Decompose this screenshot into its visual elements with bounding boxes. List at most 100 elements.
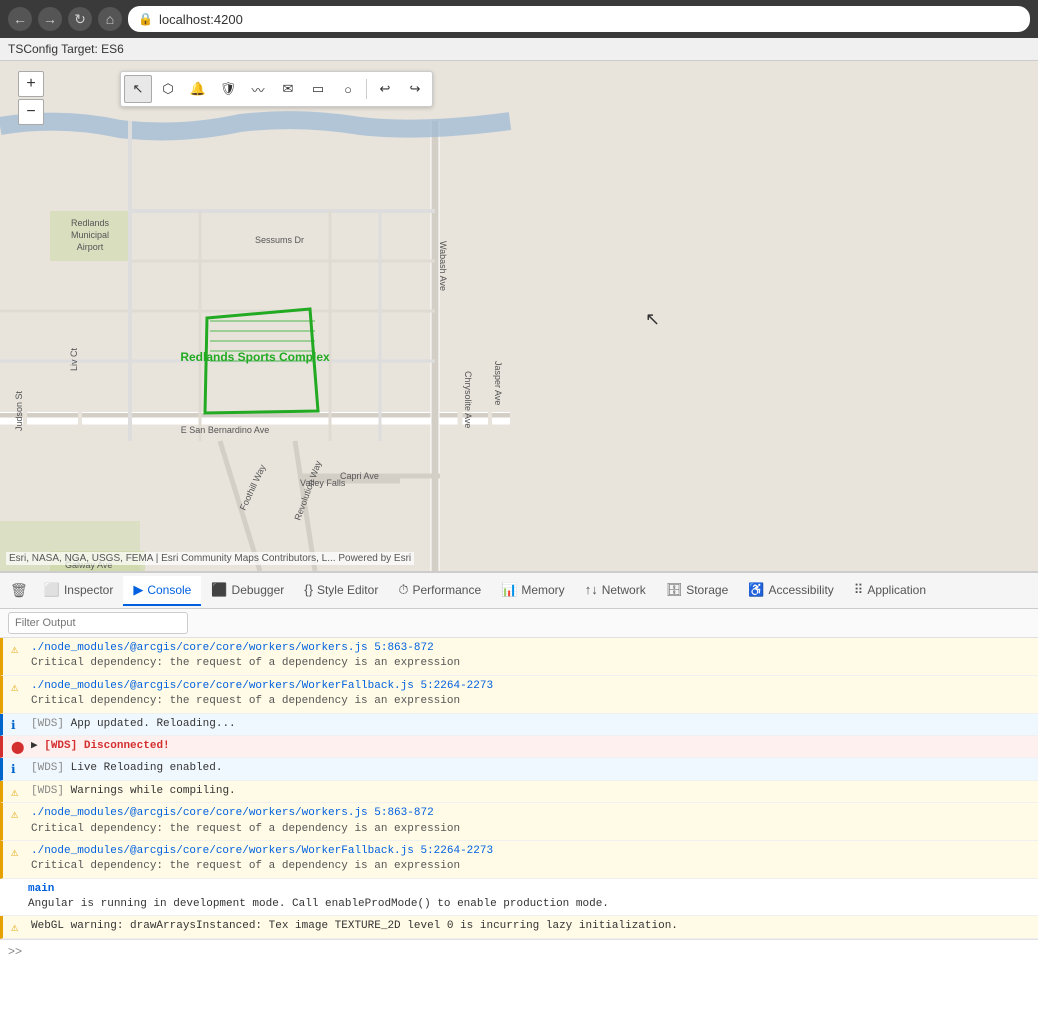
warning-icon-4: ⚠ — [11, 807, 18, 824]
back-button[interactable]: ← — [8, 7, 32, 31]
map-svg: Redlands Municipal Airport Redlands Spor… — [0, 61, 1038, 571]
console-tab-icon: ▶ — [133, 582, 143, 598]
svg-text:Redlands: Redlands — [71, 218, 110, 228]
path-tool-button[interactable]: 〰 — [244, 75, 272, 103]
home-button[interactable]: ⌂ — [98, 7, 122, 31]
tab-memory[interactable]: 📊 Memory — [491, 576, 575, 606]
shield-tool-button[interactable]: 🛡 — [214, 75, 242, 103]
forward-button[interactable]: → — [38, 7, 62, 31]
console-chevron-icon: >> — [8, 944, 22, 958]
inspector-tab-label: Inspector — [64, 583, 113, 597]
msg-text-10: WebGL warning: drawArraysInstanced: Tex … — [31, 920, 678, 932]
console-message-3: ℹ [WDS] App updated. Reloading... — [0, 714, 1038, 736]
tab-application[interactable]: ⠿ Application — [844, 576, 936, 606]
trash-icon[interactable]: 🗑 — [4, 578, 34, 603]
map-attribution: Esri, NASA, NGA, USGS, FEMA | Esri Commu… — [6, 552, 414, 565]
svg-text:Chrysolite Ave: Chrysolite Ave — [463, 371, 473, 428]
tab-inspector[interactable]: ⬜ Inspector — [34, 576, 124, 606]
msg-link-8[interactable]: ./node_modules/@arcgis/core/core/workers… — [31, 845, 493, 857]
console-message-6: ⚠ [WDS] Warnings while compiling. — [0, 781, 1038, 803]
tab-performance[interactable]: ⏱ Performance — [388, 576, 491, 606]
storage-tab-icon: 🗄 — [666, 582, 683, 598]
style-editor-tab-label: Style Editor — [317, 583, 378, 597]
application-tab-label: Application — [867, 583, 926, 597]
console-message-1: ⚠ ./node_modules/@arcgis/core/core/worke… — [0, 638, 1038, 676]
circle-tool-button[interactable]: ○ — [334, 75, 362, 103]
tab-accessibility[interactable]: ♿ Accessibility — [738, 576, 844, 606]
console-message-8: ⚠ ./node_modules/@arcgis/core/core/worke… — [0, 841, 1038, 879]
console-message-9: main Angular is running in development m… — [0, 879, 1038, 917]
page-title: TSConfig Target: ES6 — [8, 42, 124, 56]
debugger-tab-icon: ⬛ — [211, 582, 227, 598]
msg-tag-5: [WDS] — [31, 762, 64, 774]
msg-text-5: Live Reloading enabled. — [71, 762, 223, 774]
svg-text:Wabash Ave: Wabash Ave — [438, 241, 448, 291]
console-message-2: ⚠ ./node_modules/@arcgis/core/core/worke… — [0, 676, 1038, 714]
memory-tab-label: Memory — [521, 583, 564, 597]
warning-icon-2: ⚠ — [11, 680, 18, 697]
info-icon-1: ℹ — [11, 718, 16, 735]
console-message-5: ℹ [WDS] Live Reloading enabled. — [0, 758, 1038, 780]
browser-chrome: ← → ↻ ⌂ 🔒 localhost:4200 — [0, 0, 1038, 38]
msg-tag-6: [WDS] — [31, 785, 64, 797]
rect-tool-button[interactable]: ▭ — [304, 75, 332, 103]
msg-text-6: Warnings while compiling. — [71, 785, 236, 797]
warning-icon-3: ⚠ — [11, 785, 18, 802]
lasso-tool-button[interactable]: ⬡ — [154, 75, 182, 103]
svg-text:Judson St: Judson St — [14, 390, 24, 431]
zoom-in-button[interactable]: + — [18, 71, 44, 97]
toolbar-separator — [366, 79, 367, 99]
tab-network[interactable]: ↑↓ Network — [575, 576, 656, 605]
msg-sub-7: Critical dependency: the request of a de… — [31, 823, 460, 835]
performance-tab-icon: ⏱ — [398, 582, 408, 598]
filter-input[interactable] — [8, 612, 188, 634]
style-editor-tab-icon: {} — [304, 582, 313, 597]
network-tab-label: Network — [602, 583, 646, 597]
select-tool-button[interactable]: ↖ — [124, 75, 152, 103]
svg-text:E San Bernardino Ave: E San Bernardino Ave — [181, 425, 269, 435]
expand-icon-1[interactable]: ▶ — [31, 740, 38, 752]
msg-sub-2: Critical dependency: the request of a de… — [31, 695, 460, 707]
url-display: localhost:4200 — [159, 12, 243, 27]
warning-icon-5: ⚠ — [11, 845, 18, 862]
devtools-panel: 🗑 ⬜ Inspector ▶ Console ⬛ Debugger {} St… — [0, 571, 1038, 962]
page-header: TSConfig Target: ES6 — [0, 38, 1038, 61]
msg-sub-1: Critical dependency: the request of a de… — [31, 657, 460, 669]
svg-text:Jasper Ave: Jasper Ave — [493, 361, 503, 405]
accessibility-tab-icon: ♿ — [748, 582, 764, 598]
console-tab-label: Console — [147, 583, 191, 597]
reload-button[interactable]: ↻ — [68, 7, 92, 31]
msg-main-tag: main — [28, 883, 54, 895]
redo-button[interactable]: ↪ — [401, 75, 429, 103]
tab-console[interactable]: ▶ Console — [123, 576, 201, 606]
msg-link-2[interactable]: ./node_modules/@arcgis/core/core/workers… — [31, 680, 493, 692]
svg-text:Sessums Dr: Sessums Dr — [255, 235, 304, 245]
warning-icon-6: ⚠ — [11, 920, 18, 937]
network-tab-icon: ↑↓ — [585, 582, 598, 597]
memory-tab-icon: 📊 — [501, 582, 517, 598]
accessibility-tab-label: Accessibility — [768, 583, 833, 597]
console-message-10: ⚠ WebGL warning: drawArraysInstanced: Te… — [0, 916, 1038, 938]
shield-icon: 🔒 — [138, 12, 153, 26]
inspector-tab-icon: ⬜ — [44, 582, 60, 598]
msg-sub-8: Critical dependency: the request of a de… — [31, 860, 460, 872]
map-container[interactable]: Redlands Municipal Airport Redlands Spor… — [0, 61, 1038, 571]
zoom-out-button[interactable]: − — [18, 99, 44, 125]
devtools-tabs: 🗑 ⬜ Inspector ▶ Console ⬛ Debugger {} St… — [0, 573, 1038, 609]
msg-link-7[interactable]: ./node_modules/@arcgis/core/core/workers… — [31, 807, 434, 819]
storage-tab-label: Storage — [686, 583, 728, 597]
svg-text:Redlands Sports Complex: Redlands Sports Complex — [180, 350, 330, 364]
msg-text-3: App updated. Reloading... — [71, 718, 236, 730]
undo-button[interactable]: ↩ — [371, 75, 399, 103]
zoom-controls: + − — [18, 71, 44, 125]
tab-style-editor[interactable]: {} Style Editor — [294, 576, 388, 605]
svg-text:Capri Ave: Capri Ave — [340, 471, 379, 481]
envelope-tool-button[interactable]: ✉ — [274, 75, 302, 103]
tab-storage[interactable]: 🗄 Storage — [656, 576, 739, 606]
msg-link-1[interactable]: ./node_modules/@arcgis/core/core/workers… — [31, 642, 434, 654]
address-bar[interactable]: 🔒 localhost:4200 — [128, 6, 1030, 32]
debugger-tab-label: Debugger — [232, 583, 285, 597]
notify-tool-button[interactable]: 🔔 — [184, 75, 212, 103]
tab-debugger[interactable]: ⬛ Debugger — [201, 576, 294, 606]
msg-text-9: Angular is running in development mode. … — [28, 898, 609, 910]
